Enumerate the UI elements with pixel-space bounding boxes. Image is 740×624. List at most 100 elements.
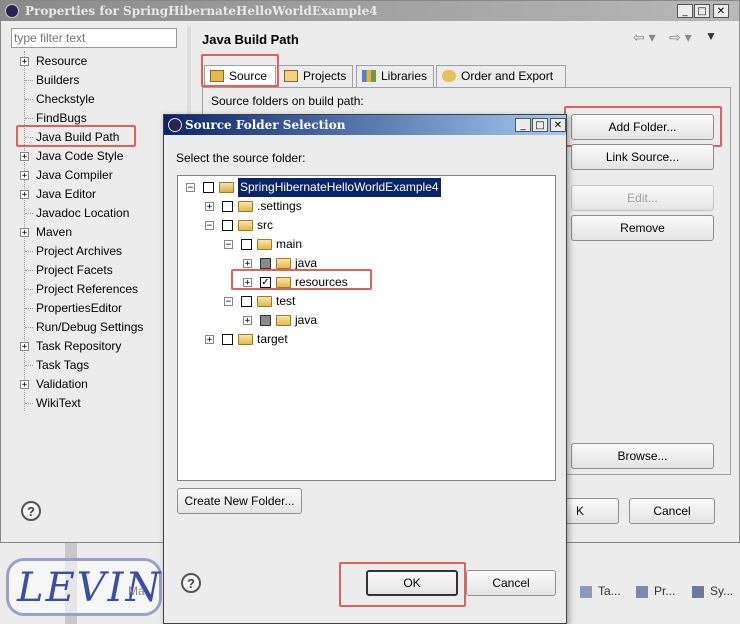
preference-item[interactable]: Task Tags <box>36 356 89 375</box>
tab-libraries[interactable]: Libraries <box>356 65 434 87</box>
dialog-help-icon[interactable]: ? <box>181 573 201 593</box>
dialog-maximize-button[interactable]: □ <box>532 118 548 132</box>
collapse-icon[interactable]: − <box>186 183 195 193</box>
tab-projects[interactable]: Projects <box>278 65 353 87</box>
folder-checkbox[interactable] <box>203 182 214 193</box>
expand-toggle-icon[interactable]: + <box>20 228 29 238</box>
preference-item[interactable]: Java Compiler <box>36 166 113 185</box>
properties-title: Properties for SpringHibernateHelloWorld… <box>25 4 378 18</box>
expand-toggle-icon[interactable]: + <box>20 152 29 162</box>
preference-item[interactable]: Project Archives <box>36 242 122 261</box>
folder-label[interactable]: src <box>257 216 273 235</box>
dialog-eclipse-icon <box>168 118 182 132</box>
dialog-close-button[interactable]: ✕ <box>550 118 566 132</box>
dialog-cancel-button[interactable]: Cancel <box>466 570 556 596</box>
folder-checkbox[interactable] <box>260 315 271 326</box>
expand-toggle-icon[interactable]: + <box>20 171 29 181</box>
help-icon[interactable]: ? <box>21 501 41 521</box>
close-button[interactable]: ✕ <box>713 4 729 18</box>
preference-item[interactable]: Run/Debug Settings <box>36 318 143 337</box>
taskbar-item-system[interactable]: Sy... <box>692 584 733 598</box>
add-folder-button[interactable]: Add Folder... <box>571 114 714 140</box>
preference-item[interactable]: Checkstyle <box>36 90 95 109</box>
folder-checkbox[interactable] <box>222 201 233 212</box>
preference-item[interactable]: Task Repository <box>36 337 121 356</box>
tasks-icon <box>580 585 592 598</box>
tab-projects-label: Projects <box>303 69 347 83</box>
source-tab-icon <box>210 70 224 82</box>
folder-label[interactable]: test <box>276 292 295 311</box>
folder-checkbox[interactable] <box>241 296 252 307</box>
preference-item[interactable]: Java Code Style <box>36 147 123 166</box>
tab-order-export[interactable]: Order and Export <box>436 65 566 87</box>
tree-connector <box>25 251 33 252</box>
folder-label[interactable]: SpringHibernateHelloWorldExample4 <box>238 178 441 197</box>
folder-checkbox[interactable] <box>222 220 233 231</box>
collapse-icon[interactable]: − <box>224 297 233 307</box>
folder-label[interactable]: target <box>257 330 288 349</box>
preference-item[interactable]: WikiText <box>36 394 81 413</box>
tab-libraries-label: Libraries <box>381 69 428 83</box>
tree-connector <box>25 270 33 271</box>
preference-item[interactable]: Java Editor <box>36 185 96 204</box>
cancel-button[interactable]: Cancel <box>629 498 715 524</box>
folder-checkbox[interactable] <box>260 258 271 269</box>
folder-icon <box>219 182 234 193</box>
folder-checkbox[interactable]: ✓ <box>260 277 271 288</box>
expand-toggle-icon[interactable]: + <box>20 190 29 200</box>
expand-icon[interactable]: + <box>243 278 252 288</box>
preference-item[interactable]: FindBugs <box>36 109 87 128</box>
remove-button[interactable]: Remove <box>571 215 714 241</box>
tab-source-label: Source <box>229 69 268 83</box>
expand-icon[interactable]: + <box>205 202 214 212</box>
create-folder-button[interactable]: Create New Folder... <box>177 488 302 514</box>
folder-icon <box>276 258 291 269</box>
folder-label[interactable]: java <box>295 311 317 330</box>
expand-icon[interactable]: + <box>205 335 214 345</box>
edit-button[interactable]: Edit... <box>571 185 714 211</box>
preference-item[interactable]: PropertiesEditor <box>36 299 122 318</box>
preference-item[interactable]: Project Facets <box>36 261 113 280</box>
preference-item[interactable]: Maven <box>36 223 72 242</box>
collapse-icon[interactable]: − <box>224 240 233 250</box>
folder-checkbox[interactable] <box>241 239 252 250</box>
tree-connector <box>25 137 33 138</box>
folder-checkbox[interactable] <box>222 334 233 345</box>
expand-toggle-icon[interactable]: + <box>20 380 29 390</box>
forward-nav-icon[interactable]: ⇨ ▾ <box>669 29 692 46</box>
dialog-title: Source Folder Selection <box>185 118 346 132</box>
preference-item[interactable]: Builders <box>36 71 79 90</box>
tree-connector <box>25 118 33 119</box>
filter-input[interactable] <box>11 28 177 48</box>
browse-button[interactable]: Browse... <box>571 443 714 469</box>
expand-toggle-icon[interactable]: + <box>20 342 29 352</box>
link-source-button[interactable]: Link Source... <box>571 144 714 170</box>
preference-item[interactable]: Project References <box>36 280 138 299</box>
dialog-ok-button[interactable]: OK <box>366 570 458 596</box>
view-menu-icon[interactable]: ▼ <box>705 29 717 43</box>
folder-label[interactable]: resources <box>295 273 348 292</box>
tab-source[interactable]: Source <box>204 65 276 87</box>
source-heading: Source folders on build path: <box>211 94 364 108</box>
folder-tree[interactable]: − SpringHibernateHelloWorldExample4 + .sett… <box>177 175 556 481</box>
expand-icon[interactable]: + <box>243 316 252 326</box>
preference-item[interactable]: Validation <box>36 375 88 394</box>
problems-icon <box>636 585 648 598</box>
folder-label[interactable]: .settings <box>257 197 302 216</box>
dialog-minimize-button[interactable]: _ <box>515 118 531 132</box>
tree-connector <box>25 327 33 328</box>
preference-item[interactable]: Java Build Path <box>36 128 119 147</box>
eclipse-icon <box>5 4 19 18</box>
maximize-button[interactable]: □ <box>694 4 710 18</box>
folder-label[interactable]: java <box>295 254 317 273</box>
expand-toggle-icon[interactable]: + <box>20 57 29 67</box>
folder-label[interactable]: main <box>276 235 302 254</box>
expand-icon[interactable]: + <box>243 259 252 269</box>
preference-item[interactable]: Javadoc Location <box>36 204 129 223</box>
back-nav-icon[interactable]: ⇦ ▾ <box>633 29 656 46</box>
taskbar-item-tasks[interactable]: Ta... <box>580 584 621 598</box>
taskbar-item-problems[interactable]: Pr... <box>636 584 675 598</box>
minimize-button[interactable]: _ <box>677 4 693 18</box>
preference-item[interactable]: Resource <box>36 52 87 71</box>
collapse-icon[interactable]: − <box>205 221 214 231</box>
